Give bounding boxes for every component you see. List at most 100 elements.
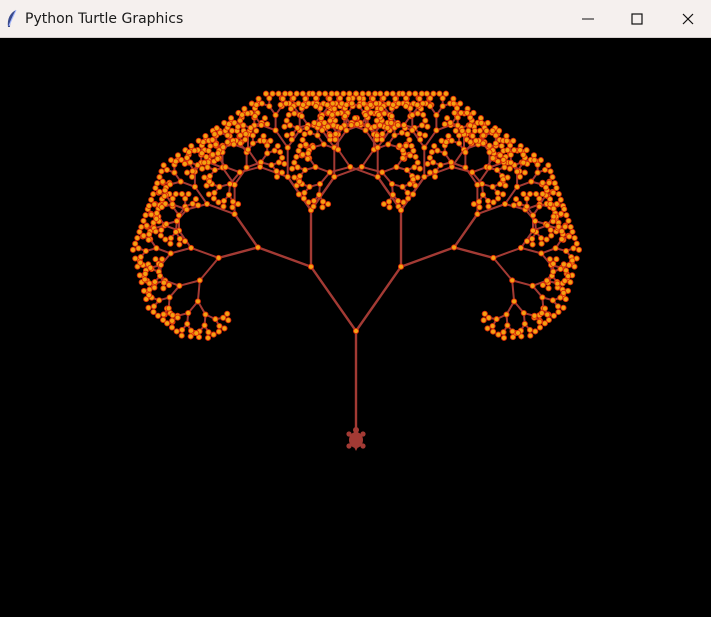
tree-leaf: [388, 119, 395, 126]
tree-leaf: [236, 169, 243, 176]
tree-leaf: [528, 178, 535, 185]
tree-leaf: [520, 159, 527, 166]
tree-leaf: [557, 210, 565, 217]
tree-leaf: [434, 147, 441, 154]
tree-leaf: [547, 226, 554, 234]
tree-leaf: [221, 325, 228, 332]
tree-leaf: [529, 212, 537, 219]
tree-branch: [492, 246, 522, 259]
tree-leaf: [200, 139, 207, 146]
tree-leaf: [188, 244, 195, 251]
close-button[interactable]: [665, 0, 711, 38]
tree-leaf: [514, 329, 522, 336]
tree-leaf: [554, 280, 561, 287]
tree-leaf: [348, 122, 355, 129]
tree-leaf: [379, 169, 386, 176]
tree-leaf: [330, 122, 337, 129]
tree-leaf: [399, 147, 406, 154]
tree-leaf: [380, 201, 387, 208]
tree-leaf: [531, 312, 538, 319]
tree-leaf: [486, 149, 493, 156]
turtle-canvas[interactable]: [0, 38, 711, 617]
tree-leaf: [480, 140, 487, 147]
tree-leaf: [557, 294, 564, 301]
tree-leaf: [327, 132, 334, 139]
tree-leaf: [329, 100, 336, 107]
tree-leaf: [566, 233, 573, 240]
tree-leaf: [337, 95, 344, 102]
tree-leaf: [546, 196, 554, 203]
tree-leaf: [417, 136, 424, 143]
tree-leaf: [353, 90, 360, 97]
tree-leaf: [474, 211, 481, 218]
tree-branch: [178, 279, 201, 287]
tree-leaf: [389, 191, 396, 198]
tree-leaf: [183, 206, 190, 213]
tree-leaf: [546, 179, 553, 186]
tree-leaf: [165, 305, 172, 312]
title-bar[interactable]: Python Turtle Graphics: [0, 0, 711, 38]
tree-leaf: [163, 166, 171, 173]
tree-leaf: [237, 117, 244, 124]
tree-leaf: [554, 303, 562, 310]
tree-leaf: [150, 191, 157, 198]
tree-leaf: [431, 173, 439, 180]
tree-leaf: [226, 180, 234, 188]
tree-leaf: [565, 217, 572, 224]
tree-leaf: [274, 142, 281, 150]
tree-leaf: [410, 176, 417, 183]
tree-leaf: [523, 147, 530, 154]
tree-leaf: [295, 191, 302, 198]
tree-leaf: [134, 234, 141, 242]
tree-leaf: [539, 179, 546, 186]
tree-leaf: [539, 294, 546, 301]
tree-leaf: [383, 90, 390, 97]
tree-leaf: [194, 298, 201, 305]
tree-leaf: [153, 245, 160, 252]
tree-leaf: [244, 146, 252, 153]
tree-leaf: [476, 204, 483, 211]
tree-leaf: [526, 190, 534, 198]
tree-leaf: [268, 162, 275, 169]
tree-leaf: [416, 130, 423, 138]
tree-leaf: [397, 207, 405, 214]
tree-leaf: [169, 195, 176, 202]
tree-leaf: [538, 235, 545, 242]
tree-leaf: [299, 136, 306, 143]
tree-leaf: [557, 265, 564, 273]
tree-leaf: [443, 139, 450, 146]
tree-leaf: [424, 123, 431, 130]
tree-leaf: [390, 101, 397, 108]
tree-leaf: [531, 157, 538, 164]
tree-leaf: [346, 90, 353, 97]
tree-leaf: [553, 256, 560, 263]
tree-leaf: [320, 141, 327, 148]
tree-leaf: [441, 150, 448, 157]
tree-leaf: [160, 311, 167, 318]
tree-leaf: [206, 172, 213, 180]
tree-branch: [198, 256, 220, 282]
tree-leaf: [490, 199, 497, 206]
maximize-button[interactable]: [614, 0, 660, 38]
tree-leaf: [410, 147, 417, 154]
tree-leaf: [279, 154, 286, 161]
tree-leaf: [507, 159, 514, 166]
tree-leaf: [199, 165, 206, 172]
tree-leaf: [301, 131, 308, 138]
tree-leaf: [211, 189, 218, 196]
tree-leaf: [172, 228, 179, 236]
tree-leaf: [202, 132, 209, 140]
tree-leaf: [560, 261, 567, 268]
tree-leaf: [414, 110, 421, 117]
tree-leaf: [166, 282, 173, 289]
tree-leaf: [500, 334, 508, 341]
tree-leaf: [456, 132, 463, 139]
tree-leaf: [239, 111, 246, 118]
tree-leaf: [167, 181, 174, 188]
tree-leaf: [145, 202, 153, 209]
minimize-button[interactable]: [565, 0, 611, 38]
tree-leaf: [544, 222, 551, 229]
tree-leaf: [562, 267, 570, 274]
tree-leaf: [161, 193, 168, 200]
tree-leaf: [520, 309, 527, 317]
